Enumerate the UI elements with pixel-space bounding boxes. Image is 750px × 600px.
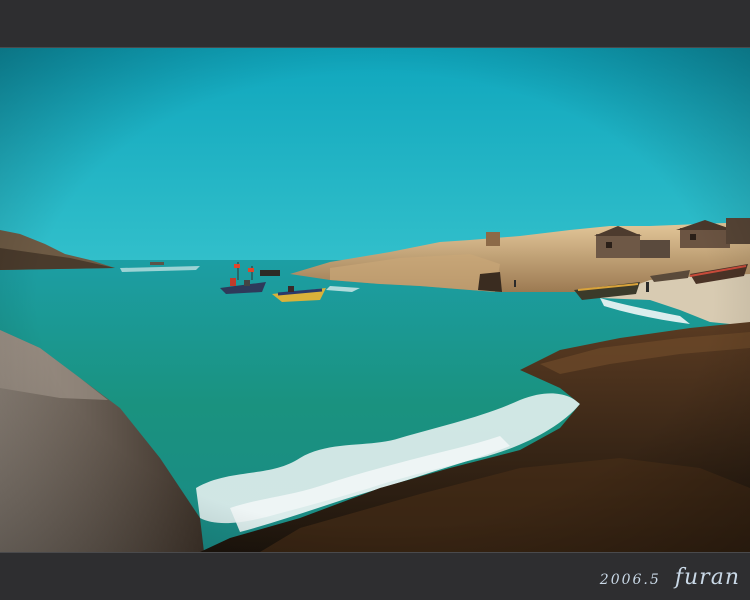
photograph (0, 48, 750, 552)
signature-date: 2006.5 (599, 572, 661, 588)
photographer-signature: 2006.5 furan (600, 565, 740, 590)
signature-name: furan (674, 565, 740, 590)
photo-scene (0, 48, 750, 552)
top-border (0, 0, 750, 48)
bottom-border: 2006.5 furan (0, 552, 750, 600)
photo-frame: 2006.5 furan (0, 0, 750, 600)
